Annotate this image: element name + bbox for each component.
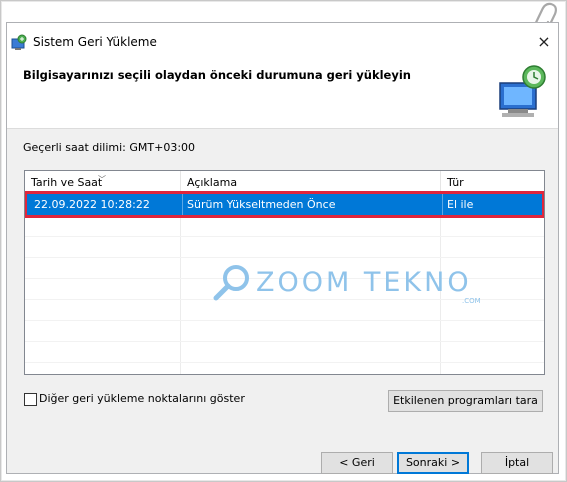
scan-programs-button[interactable]: Etkilenen programları tara — [388, 390, 543, 412]
show-more-label[interactable]: Diğer geri yükleme noktalarını göster — [39, 392, 245, 405]
timezone-label: Geçerli saat dilimi: GMT+03:00 — [23, 141, 196, 154]
close-button[interactable]: × — [532, 31, 556, 55]
cell-description: Sürüm Yükseltmeden Önce — [187, 198, 336, 211]
page-title: Bilgisayarınızı seçili olaydan önceki du… — [23, 68, 411, 82]
cancel-button[interactable]: İptal — [481, 452, 553, 474]
grid-line — [25, 320, 544, 321]
grid-line — [25, 236, 544, 237]
restore-monitor-icon — [499, 65, 546, 117]
grid-line — [25, 341, 544, 342]
watermark-sub: .COM — [462, 297, 481, 305]
table-header: Tarih ve Saat ﹀ Açıklama Tür — [25, 171, 544, 193]
back-button[interactable]: < Geri — [321, 452, 393, 474]
watermark-text: ZOOM TEKNO — [256, 267, 472, 298]
system-restore-icon — [11, 34, 27, 50]
title-bar: Sistem Geri Yükleme × — [7, 23, 558, 63]
watermark-logo: ZOOM TEKNO .COM — [213, 265, 481, 305]
cell-date: 22.09.2022 10:28:22 — [34, 198, 150, 211]
next-button[interactable]: Sonraki > — [397, 452, 469, 474]
column-line — [180, 192, 181, 374]
grid-line — [25, 362, 544, 363]
window-title: Sistem Geri Yükleme — [33, 35, 157, 49]
wizard-header: Bilgisayarınızı seçili olaydan önceki du… — [7, 63, 558, 129]
column-header-date[interactable]: Tarih ve Saat ﹀ — [25, 171, 180, 192]
column-header-type[interactable]: Tür — [441, 171, 544, 192]
close-icon: × — [537, 32, 551, 51]
grid-line — [25, 257, 544, 258]
table-row[interactable]: 22.09.2022 10:28:22 Sürüm Yükseltmeden Ö… — [25, 191, 544, 218]
search-icon — [213, 265, 249, 301]
column-header-description[interactable]: Açıklama — [181, 171, 440, 192]
system-restore-window: Sistem Geri Yükleme × Bilgisayarınızı se… — [6, 22, 559, 474]
show-more-checkbox[interactable] — [24, 393, 37, 406]
cell-type: El ile — [447, 198, 474, 211]
sort-arrow-icon: ﹀ — [98, 175, 106, 184]
